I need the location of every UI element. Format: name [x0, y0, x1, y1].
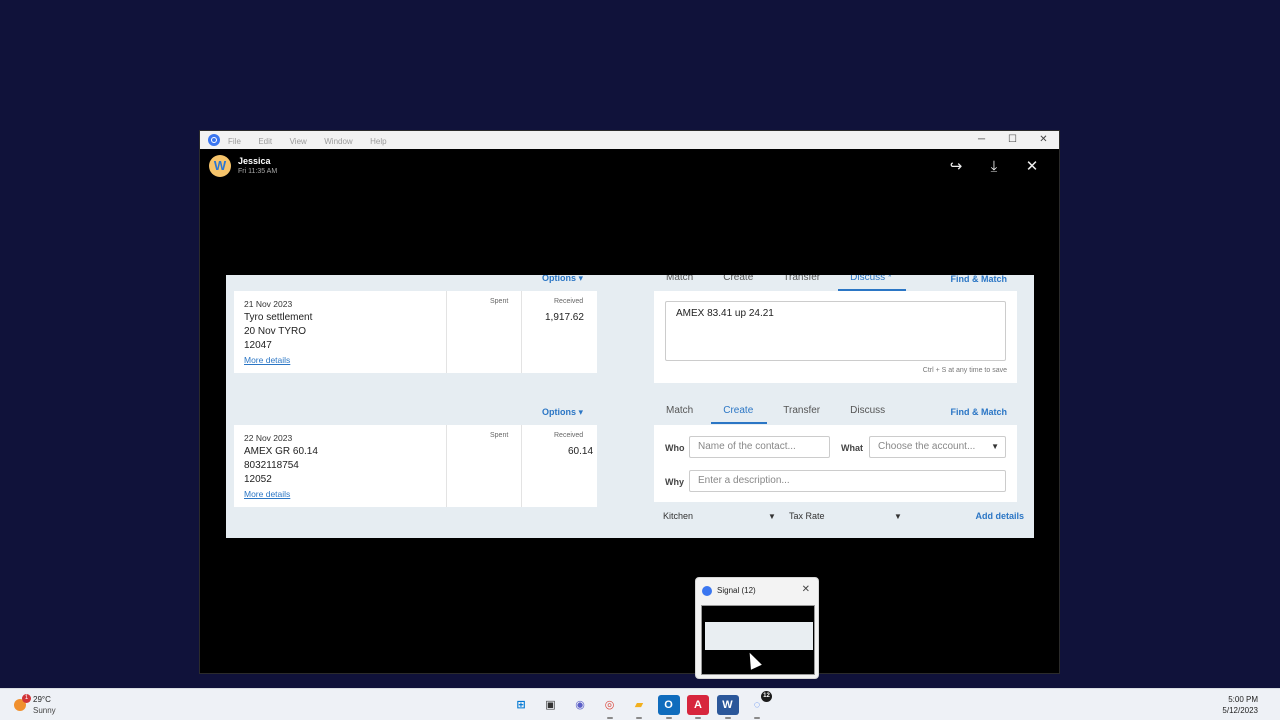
avatar[interactable]: W — [209, 155, 231, 177]
tab-match-2[interactable]: Match — [666, 405, 693, 420]
signal-app-icon — [208, 134, 220, 146]
why-label: Why — [665, 477, 684, 487]
signal-icon — [702, 586, 712, 596]
statement-date: 22 Nov 2023 — [244, 433, 293, 443]
taskbar: 1 29°C Sunny ⊞ ▣ ◉ ◎ ▰ O A W ◌ 12 5:00 P… — [0, 688, 1280, 720]
close-lightbox-icon[interactable]: ✕ — [1013, 157, 1051, 177]
create-panel: Who Name of the contact... What Choose t… — [654, 425, 1017, 502]
menu-bar: File Edit View Window Help — [228, 131, 400, 149]
tab-match-1[interactable]: Match — [666, 275, 693, 287]
tab-discuss-2[interactable]: Discuss — [850, 405, 885, 420]
save-hint: Ctrl + S at any time to save — [922, 367, 1007, 374]
tracking-value: Kitchen — [663, 511, 694, 521]
menu-file[interactable]: File — [228, 137, 241, 146]
weather-condition[interactable]: Sunny — [33, 706, 56, 715]
received-amount: 60.14 — [568, 446, 594, 457]
weather-temp[interactable]: 29°C — [33, 695, 51, 704]
divider — [446, 291, 447, 373]
divider — [446, 425, 447, 507]
sent-time: Fri 11:35 AM — [238, 168, 278, 175]
windows-start-icon[interactable]: ⊞ — [510, 695, 532, 715]
statement-reference: 20 Nov TYRO — [244, 326, 307, 337]
find-match-link-2[interactable]: Find & Match — [951, 407, 1008, 417]
title-bar: File Edit View Window Help ─ ☐ ✕ — [200, 131, 1059, 149]
maximize-button[interactable]: ☐ — [997, 131, 1028, 149]
preview-close-icon[interactable]: ✕ — [802, 584, 810, 595]
add-details-link[interactable]: Add details — [975, 511, 1024, 521]
more-details-link[interactable]: More details — [244, 487, 318, 501]
weather-badge: 1 — [22, 694, 31, 703]
statement-code: 12052 — [244, 474, 272, 485]
find-match-link-1[interactable]: Find & Match — [951, 275, 1008, 284]
statement-line-2: 22 Nov 2023 AMEX GR 60.14 8032118754 120… — [234, 425, 597, 507]
clock-date: 5/12/2023 — [1222, 706, 1258, 715]
signal-glyph: ◌ — [753, 699, 761, 711]
divider — [521, 291, 522, 373]
what-placeholder: Choose the account... — [878, 441, 976, 452]
received-header: Received — [554, 298, 584, 305]
statement-date: 21 Nov 2023 — [244, 299, 293, 309]
spent-header: Spent — [490, 298, 509, 305]
acrobat-icon[interactable]: A — [687, 695, 709, 719]
discuss-panel: AMEX 83.41 up 24.21 Ctrl + S at any time… — [654, 291, 1017, 383]
sender-name: Jessica — [238, 156, 271, 166]
forward-icon[interactable]: ↪ — [937, 157, 975, 177]
lightbox-header: W Jessica Fri 11:35 AM ↪ ⤓ ✕ — [200, 149, 1059, 185]
spent-header: Spent — [490, 432, 509, 439]
thumbnail-content — [705, 622, 813, 650]
received-header: Received — [554, 432, 584, 439]
dropdown-caret-icon: ▼ — [768, 512, 776, 521]
statement-line-1: 21 Nov 2023 Tyro settlement 20 Nov TYRO … — [234, 291, 597, 373]
why-input[interactable]: Enter a description... — [689, 470, 1006, 492]
reconcile-tabs-1: Match Create Transfer Discuss * Find & M… — [654, 275, 1017, 291]
menu-window[interactable]: Window — [324, 137, 352, 146]
menu-help[interactable]: Help — [370, 137, 386, 146]
what-label: What — [841, 443, 863, 453]
statement-code: 12047 — [244, 340, 272, 351]
statement-reference: 8032118754 — [244, 460, 299, 471]
who-input[interactable]: Name of the contact... — [689, 436, 830, 458]
tab-discuss-1[interactable]: Discuss * — [838, 275, 906, 291]
menu-edit[interactable]: Edit — [258, 137, 272, 146]
download-icon[interactable]: ⤓ — [975, 157, 1013, 177]
shared-image[interactable]: Options ▾ Match Create Transfer Discuss … — [226, 275, 1034, 538]
system-clock[interactable]: 5:00 PM 5/12/2023 — [1222, 694, 1258, 716]
received-amount: 1,917.62 — [545, 312, 584, 323]
dropdown-caret-icon: ▼ — [991, 442, 999, 451]
tax-rate-value: Tax Rate — [789, 511, 825, 521]
divider — [521, 425, 522, 507]
menu-view[interactable]: View — [290, 137, 307, 146]
tab-transfer-1[interactable]: Transfer — [783, 275, 820, 287]
preview-title: Signal (12) — [717, 586, 756, 595]
dropdown-caret-icon: ▼ — [894, 512, 902, 521]
outlook-icon[interactable]: O — [657, 695, 680, 719]
chrome-icon[interactable]: ◎ — [599, 695, 621, 719]
word-icon[interactable]: W — [716, 695, 739, 719]
taskbar-apps: ⊞ ▣ ◉ ◎ ▰ O A W ◌ 12 — [510, 691, 776, 719]
who-label: Who — [665, 443, 685, 453]
statement-payee: Tyro settlement — [244, 312, 313, 323]
task-view-icon[interactable]: ▣ — [540, 695, 562, 715]
close-window-button[interactable]: ✕ — [1028, 131, 1059, 149]
statement-payee: AMEX GR 60.14 — [244, 446, 318, 457]
clock-time: 5:00 PM — [1228, 695, 1258, 704]
unread-badge: 12 — [761, 691, 772, 702]
minimize-button[interactable]: ─ — [966, 131, 997, 149]
reconcile-tabs-2: Match Create Transfer Discuss Find & Mat… — [654, 402, 1017, 424]
signal-window: File Edit View Window Help ─ ☐ ✕ W Jessi… — [199, 130, 1060, 674]
tab-create-1[interactable]: Create — [723, 275, 753, 287]
discuss-textarea[interactable]: AMEX 83.41 up 24.21 — [665, 301, 1006, 361]
window-controls: ─ ☐ ✕ — [966, 131, 1059, 149]
tab-transfer-2[interactable]: Transfer — [783, 405, 820, 420]
file-explorer-icon[interactable]: ▰ — [628, 695, 650, 719]
options-dropdown-2[interactable]: Options ▾ — [542, 407, 583, 418]
lightbox-actions: ↪ ⤓ ✕ — [937, 157, 1051, 177]
signal-taskbar-icon[interactable]: ◌ 12 — [746, 691, 772, 719]
options-dropdown-1[interactable]: Options ▾ — [542, 275, 583, 284]
teams-chat-icon[interactable]: ◉ — [569, 695, 591, 715]
what-select[interactable]: Choose the account... ▼ — [869, 436, 1006, 458]
more-details-link[interactable]: More details — [244, 353, 312, 367]
tab-create-2[interactable]: Create — [711, 405, 768, 424]
